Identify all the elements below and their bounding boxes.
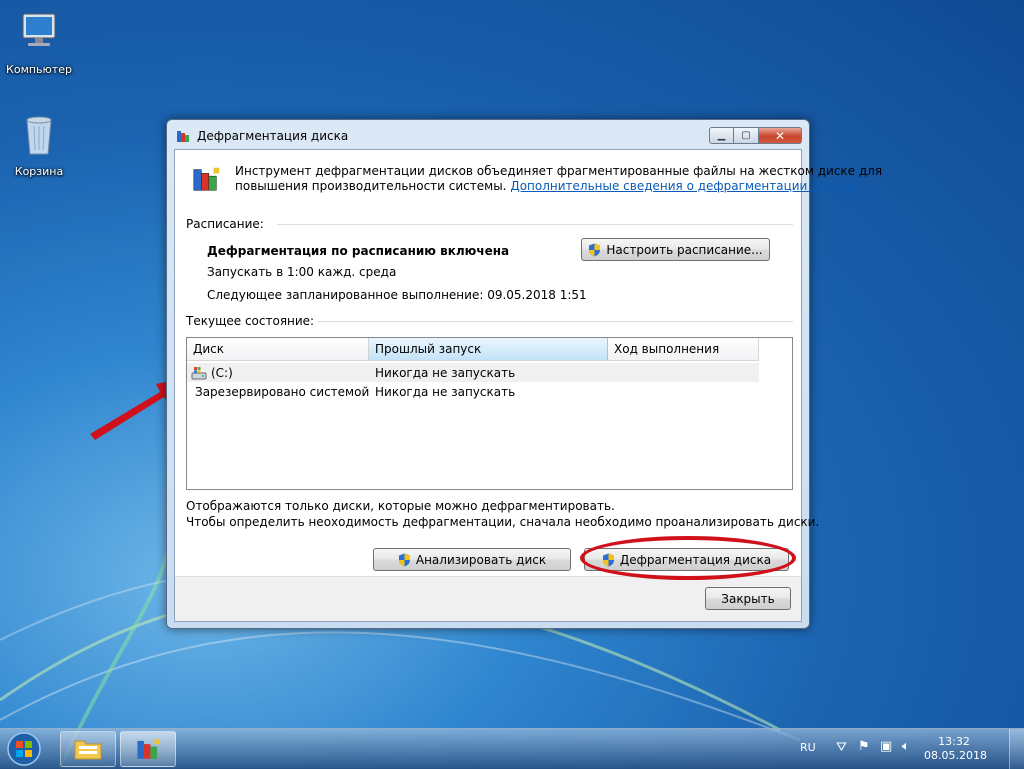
schedule-run-at: Запускать в 1:00 кажд. среда (207, 265, 397, 279)
desktop-icon-recycle-bin[interactable]: Корзина (0, 110, 78, 178)
desktop-icon-label: Компьютер (6, 63, 72, 76)
configure-schedule-label: Настроить расписание... (606, 242, 763, 257)
tray-icon-network-device[interactable]: ⛛ (836, 740, 847, 755)
schedule-heading: Расписание: (186, 217, 264, 231)
disk-row-c[interactable]: (C:) Никогда не запускать (187, 363, 759, 382)
analyze-disk-button[interactable]: Анализировать диск (373, 548, 571, 571)
disk-name: (C:) (211, 365, 233, 380)
close-button-label: Закрыть (721, 591, 775, 606)
tray-icon-network[interactable]: ▣ (880, 739, 892, 754)
close-window-button[interactable]: ✕ (759, 127, 802, 144)
maximize-icon: ▢ (741, 130, 751, 141)
disk-name: Зарезервировано системой (195, 384, 370, 399)
folder-icon (74, 740, 102, 760)
schedule-next-run: Следующее запланированное выполнение: 09… (207, 288, 587, 302)
intro-line-2: повышения производительности системы. До… (235, 179, 859, 193)
window-title: Дефрагментация диска (197, 129, 349, 143)
clock-date: 08.05.2018 (924, 749, 987, 762)
system-tray: RU ⛛ ⚑ ▣ 🔈︎ 13:32 08.05.2018 (794, 729, 1024, 769)
schedule-divider (277, 224, 793, 225)
defrag-window: Дефрагментация диска ▁ ▢ ✕ Инструмент де… (166, 119, 882, 629)
disk-list[interactable]: Диск Прошлый запуск Ход выполнения (C:) … (186, 337, 793, 490)
clock-time: 13:32 (938, 735, 970, 748)
analyze-disk-label: Анализировать диск (415, 552, 547, 567)
defrag-app-icon (137, 739, 160, 759)
language-indicator[interactable]: RU (800, 741, 816, 754)
close-icon: ✕ (774, 128, 786, 143)
tray-icon-action-center[interactable]: ⚑ (858, 739, 870, 754)
disk-last-run: Никогда не запускать (375, 384, 516, 399)
intro-text-2: повышения производительности системы. (235, 179, 507, 193)
close-button[interactable]: Закрыть (705, 587, 791, 610)
window-client-area: Инструмент дефрагментации дисков объедин… (174, 149, 882, 622)
show-desktop-button[interactable] (1009, 729, 1024, 769)
taskbar-defrag-button[interactable] (120, 731, 176, 767)
schedule-status: Дефрагментация по расписанию включена (207, 244, 510, 258)
defrag-app-icon (177, 131, 189, 142)
taskbar: RU ⛛ ⚑ ▣ 🔈︎ 13:32 08.05.2018 (0, 728, 1024, 769)
tray-icon-volume[interactable]: 🔈︎ (902, 739, 910, 754)
dialog-footer: Закрыть (175, 576, 801, 621)
defragment-disk-button[interactable]: Дефрагментация диска (584, 548, 789, 571)
uac-shield-icon (398, 553, 410, 566)
uac-shield-icon (589, 243, 601, 256)
clock[interactable]: 13:32 08.05.2018 (924, 735, 987, 763)
defragment-disk-label: Дефрагментация диска (619, 552, 772, 567)
taskbar-explorer-button[interactable] (60, 731, 116, 767)
desktop-icon-computer[interactable]: Компьютер (0, 8, 78, 76)
maximize-button[interactable]: ▢ (734, 127, 759, 144)
column-header-disk[interactable]: Диск (187, 338, 369, 360)
column-header-progress[interactable]: Ход выполнения (608, 338, 759, 360)
start-button[interactable] (4, 731, 44, 767)
current-state-divider (318, 321, 793, 322)
intro-text: Инструмент дефрагментации дисков объедин… (235, 164, 883, 178)
uac-shield-icon (602, 553, 614, 566)
title-bar[interactable]: Дефрагментация диска ▁ ▢ ✕ (167, 120, 809, 148)
recycle-bin-icon (26, 116, 52, 155)
column-header-last-run[interactable]: Прошлый запуск (369, 338, 608, 360)
defrag-large-icon (193, 167, 220, 191)
disk-last-run: Никогда не запускать (375, 365, 516, 380)
computer-icon (22, 13, 56, 46)
desktop-icon-label: Корзина (14, 165, 64, 178)
configure-schedule-button[interactable]: Настроить расписание... (581, 238, 770, 261)
current-state-heading: Текущее состояние: (186, 314, 315, 328)
info-line-2: Чтобы определить неоходимость дефрагмент… (186, 515, 820, 529)
minimize-button[interactable]: ▁ (709, 127, 734, 144)
system-drive-icon (191, 366, 207, 379)
more-info-link[interactable]: Дополнительные сведения о дефрагментации… (510, 179, 859, 193)
info-line-1: Отображаются только диски, которые можно… (186, 499, 615, 513)
disk-list-header: Диск Прошлый запуск Ход выполнения (187, 338, 759, 361)
disk-row-reserved[interactable]: Зарезервировано системой Никогда не запу… (187, 382, 759, 401)
minimize-icon: ▁ (717, 130, 726, 141)
